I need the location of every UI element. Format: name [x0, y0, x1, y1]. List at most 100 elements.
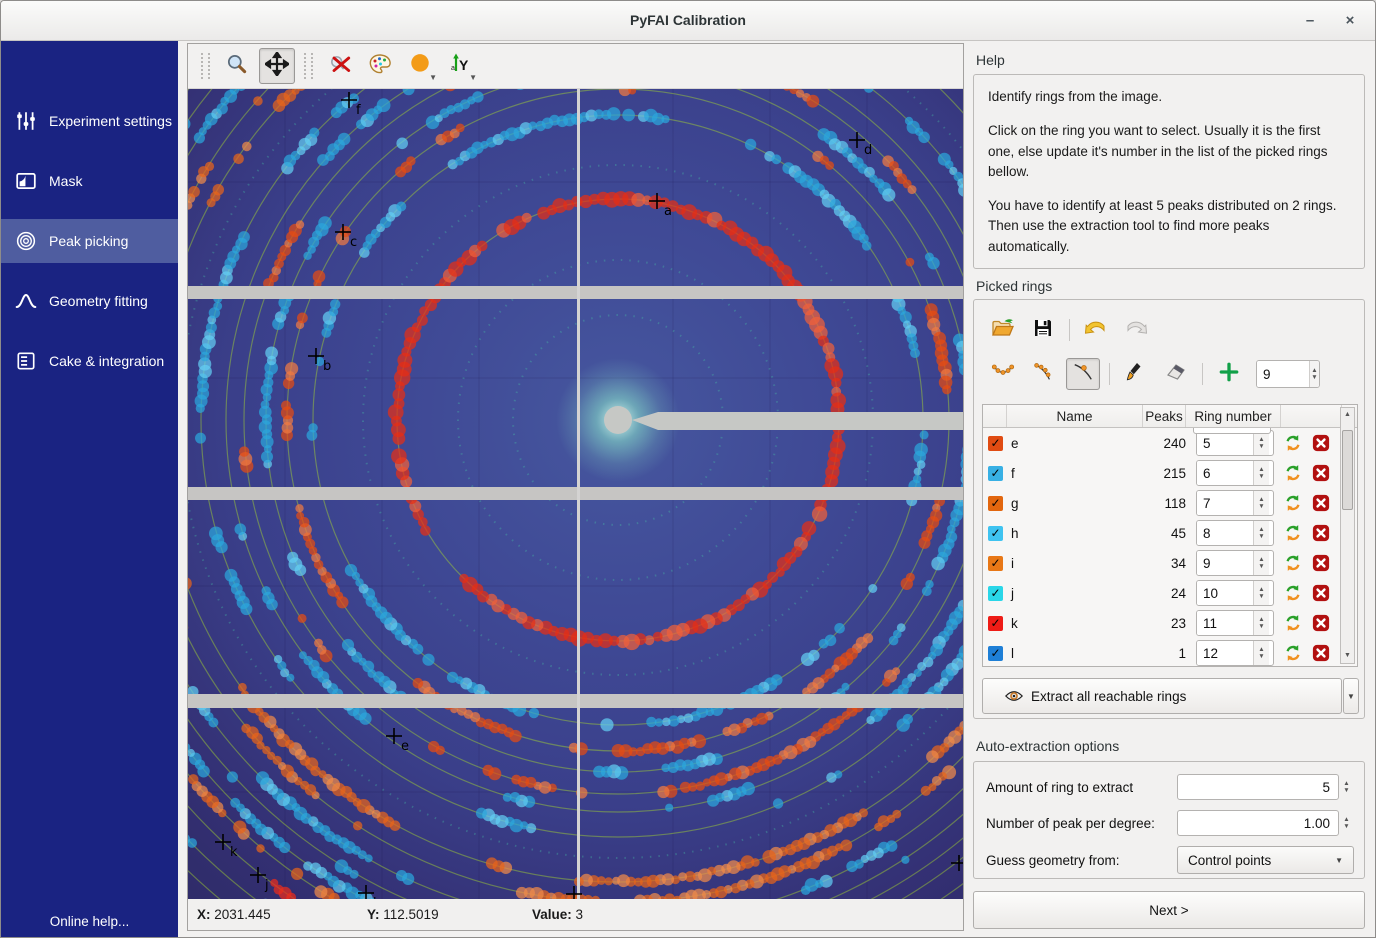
delete-ring-button[interactable]: [1312, 494, 1330, 512]
ring-number-input[interactable]: [1197, 461, 1253, 485]
spin-arrows[interactable]: ▲▼: [1253, 431, 1269, 455]
spin-arrows[interactable]: ▲▼: [1339, 810, 1354, 836]
spin-arrows[interactable]: ▲▼: [1253, 641, 1269, 665]
ring-number-input[interactable]: [1197, 521, 1253, 545]
peaks-per-degree-value[interactable]: 1.00: [1177, 810, 1339, 836]
ring-visible-checkbox[interactable]: ✓: [988, 586, 1003, 601]
delete-ring-button[interactable]: [1312, 464, 1330, 482]
ring-number-spinbox[interactable]: ▲▼: [1196, 580, 1274, 606]
add-ring-button[interactable]: [1212, 358, 1246, 390]
table-row[interactable]: ✓ i 34 ▲▼: [983, 548, 1357, 578]
column-header-blank-4[interactable]: [1281, 405, 1342, 427]
scroll-down-arrow[interactable]: ▼: [1341, 649, 1354, 663]
save-control-points-button[interactable]: [1026, 314, 1060, 346]
ring-number-input[interactable]: [1197, 431, 1253, 455]
redo-button[interactable]: [1119, 314, 1153, 346]
ring-visible-checkbox[interactable]: ✓: [988, 526, 1003, 541]
sidebar-item-experiment-settings[interactable]: Experiment settings: [1, 99, 178, 143]
ring-visible-checkbox[interactable]: ✓: [988, 646, 1003, 661]
ring-number-input[interactable]: [1197, 491, 1253, 515]
peaks-per-degree-spinbox[interactable]: 1.00 ▲▼: [1177, 810, 1354, 836]
ring-number-input[interactable]: [1197, 581, 1253, 605]
delete-ring-button[interactable]: [1312, 434, 1330, 452]
column-header-name[interactable]: Name: [1007, 405, 1143, 427]
ring-visible-checkbox[interactable]: ✓: [988, 436, 1003, 451]
zoom-clear-tool-button[interactable]: [322, 48, 358, 84]
delete-ring-button[interactable]: [1312, 644, 1330, 662]
refresh-ring-button[interactable]: [1284, 614, 1302, 632]
refresh-ring-button[interactable]: [1284, 644, 1302, 662]
refresh-ring-button[interactable]: [1284, 494, 1302, 512]
table-scrollbar[interactable]: ▲ ▼: [1340, 407, 1355, 664]
toolbar-drag-handle[interactable]: [304, 53, 313, 79]
extract-rings-dropdown[interactable]: ▼: [1343, 678, 1359, 714]
current-ring-input[interactable]: [1257, 361, 1309, 387]
ring-number-spinbox[interactable]: ▲▼: [1196, 550, 1274, 576]
refresh-ring-button[interactable]: [1284, 434, 1302, 452]
ring-number-input[interactable]: [1197, 641, 1253, 665]
refresh-ring-button[interactable]: [1284, 524, 1302, 542]
ring-number-input[interactable]: [1197, 551, 1253, 575]
ring-number-input[interactable]: [1197, 611, 1253, 635]
table-row[interactable]: ✓ g 118 ▲▼: [983, 488, 1357, 518]
amount-of-rings-value[interactable]: 5: [1177, 774, 1339, 800]
online-help-link[interactable]: Online help...: [1, 914, 178, 929]
sidebar-item-mask[interactable]: Mask: [1, 159, 178, 203]
scrollbar-thumb[interactable]: [1342, 430, 1353, 510]
open-control-points-button[interactable]: [986, 314, 1020, 346]
chevron-down-icon[interactable]: ▼: [469, 74, 477, 82]
spin-arrows[interactable]: ▲▼: [1253, 611, 1269, 635]
ring-number-spinbox[interactable]: ▲▼: [1196, 640, 1274, 666]
column-header-blank-0[interactable]: [983, 405, 1007, 427]
close-button[interactable]: ×: [1337, 9, 1363, 33]
colormap-tool-button[interactable]: [362, 48, 398, 84]
sidebar-item-peak-picking[interactable]: Peak picking: [1, 219, 178, 263]
chevron-down-icon[interactable]: ▼: [429, 74, 437, 82]
table-row[interactable]: ✓ f 215 ▲▼: [983, 458, 1357, 488]
toolbar-drag-handle[interactable]: [201, 53, 210, 79]
ring-visible-checkbox[interactable]: ✓: [988, 616, 1003, 631]
refresh-ring-button[interactable]: [1284, 464, 1302, 482]
spin-arrows[interactable]: ▲▼: [1253, 491, 1269, 515]
refresh-ring-button[interactable]: [1284, 554, 1302, 572]
delete-ring-button[interactable]: [1312, 524, 1330, 542]
pick-full-ring-button[interactable]: [986, 358, 1020, 390]
table-row[interactable]: ✓ k 23 ▲▼: [983, 608, 1357, 638]
spin-arrows[interactable]: ▲▼: [1253, 551, 1269, 575]
spin-arrows[interactable]: ▲▼: [1339, 774, 1354, 800]
undo-button[interactable]: [1079, 314, 1113, 346]
scroll-up-arrow[interactable]: ▲: [1341, 408, 1354, 422]
ring-visible-checkbox[interactable]: ✓: [988, 466, 1003, 481]
pick-point-button[interactable]: [1066, 358, 1100, 390]
column-header-peaks[interactable]: Peaks: [1143, 405, 1186, 427]
pick-arc-button[interactable]: [1026, 358, 1060, 390]
spin-arrows[interactable]: ▲▼: [1253, 521, 1269, 545]
ring-number-spinbox[interactable]: ▲▼: [1196, 520, 1274, 546]
ring-visible-checkbox[interactable]: ✓: [988, 496, 1003, 511]
ring-number-spinbox[interactable]: ▲▼: [1196, 460, 1274, 486]
minimize-button[interactable]: –: [1297, 9, 1323, 33]
diffraction-image[interactable]: f d a c b e k j h: [188, 89, 963, 899]
ring-number-spinbox[interactable]: ▲▼: [1196, 490, 1274, 516]
delete-ring-button[interactable]: [1312, 614, 1330, 632]
marker-color-tool-button[interactable]: ▼: [402, 48, 438, 84]
spin-arrows[interactable]: ▲▼: [1309, 361, 1319, 387]
spin-arrows[interactable]: ▲▼: [1253, 461, 1269, 485]
delete-ring-button[interactable]: [1312, 554, 1330, 572]
next-button[interactable]: Next >: [973, 891, 1365, 929]
eraser-tool-button[interactable]: [1159, 358, 1193, 390]
pan-tool-button[interactable]: [259, 48, 295, 84]
ring-number-spinbox[interactable]: ▲▼: [1196, 610, 1274, 636]
table-row[interactable]: ✓ l 1 ▲▼: [983, 638, 1357, 668]
extract-rings-button[interactable]: Extract all reachable rings: [982, 678, 1342, 714]
current-ring-spinbox[interactable]: ▲▼: [1256, 360, 1320, 388]
spin-arrows[interactable]: ▲▼: [1253, 581, 1269, 605]
table-row[interactable]: ✓ h 45 ▲▼: [983, 518, 1357, 548]
table-row[interactable]: ✓ j 24 ▲▼: [983, 578, 1357, 608]
table-row[interactable]: ✓ e 240 ▲▼: [983, 428, 1357, 458]
sidebar-item-cake-integration[interactable]: Cake & integration: [1, 339, 178, 383]
amount-of-rings-spinbox[interactable]: 5 ▲▼: [1177, 774, 1354, 800]
ring-visible-checkbox[interactable]: ✓: [988, 556, 1003, 571]
refresh-ring-button[interactable]: [1284, 584, 1302, 602]
zoom-tool-button[interactable]: [219, 48, 255, 84]
